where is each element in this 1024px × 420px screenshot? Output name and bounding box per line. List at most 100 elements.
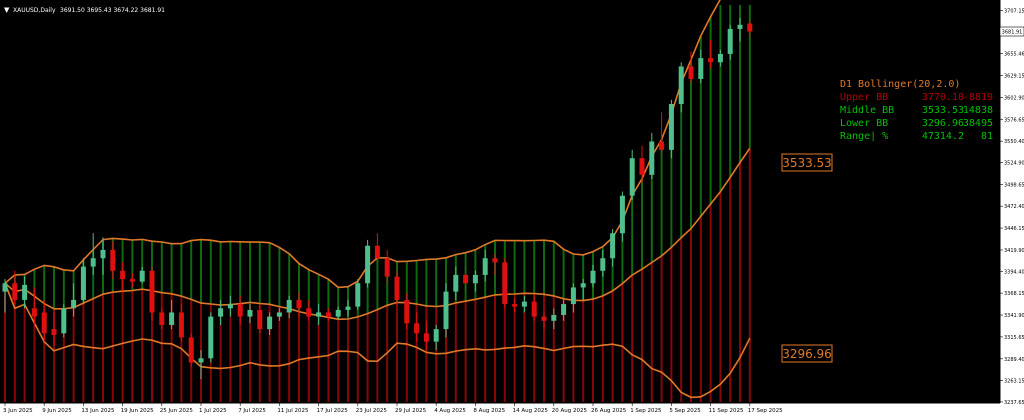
indicator-row-extra: 14838 bbox=[963, 105, 993, 116]
candle-body bbox=[423, 333, 429, 342]
candle-body bbox=[296, 299, 302, 309]
time-tick-label: 11 Jul 2025 bbox=[277, 408, 309, 414]
price-tick-label: 3368.15 bbox=[1004, 291, 1024, 297]
time-tick-label: 26 Aug 2025 bbox=[591, 408, 627, 414]
candle-body bbox=[149, 270, 155, 313]
candle-body bbox=[668, 103, 674, 150]
time-tick-label: 3 Jun 2025 bbox=[3, 408, 33, 414]
candle-body bbox=[22, 284, 28, 300]
indicator-row-value: 3770.10 bbox=[922, 92, 964, 103]
time-tick-label: 19 Jun 2025 bbox=[121, 408, 155, 414]
price-tick-label: 3498.65 bbox=[1004, 182, 1024, 188]
candle-body bbox=[188, 337, 194, 363]
last-price-marker: 3681.91 bbox=[999, 26, 1024, 37]
candle bbox=[502, 258, 508, 309]
candle-body bbox=[698, 58, 704, 79]
candle-body bbox=[619, 195, 625, 234]
candle-body bbox=[600, 258, 606, 271]
candle-body bbox=[717, 53, 723, 63]
candle-body bbox=[414, 323, 420, 334]
price-tick-label: 3576.65 bbox=[1004, 117, 1024, 123]
candle bbox=[365, 239, 371, 288]
candle-body bbox=[267, 316, 273, 330]
time-tick-label: 9 Jun 2025 bbox=[42, 408, 72, 414]
candle-body bbox=[169, 312, 175, 325]
price-tick-label: 3629.15 bbox=[1004, 74, 1024, 80]
price-tick-label: 3524.90 bbox=[1004, 160, 1024, 166]
last-price-label: 3681.91 bbox=[1002, 30, 1023, 36]
candle-body bbox=[247, 309, 253, 317]
time-tick-label: 4 Aug 2025 bbox=[434, 408, 466, 414]
candle-body bbox=[237, 304, 243, 317]
candle-body bbox=[178, 312, 184, 338]
chart-header: ▼ XAUUSD,Daily 3691.50 3695.43 3674.22 3… bbox=[4, 6, 165, 14]
price-tick-label: 3315.65 bbox=[1004, 335, 1024, 341]
price-tick-label: 3472.40 bbox=[1004, 204, 1024, 210]
indicator-title: D1 Bollinger(20,2.0) bbox=[840, 79, 960, 90]
candle-body bbox=[2, 283, 8, 292]
indicator-row-extra: -8819 bbox=[963, 92, 993, 103]
candle-body bbox=[129, 279, 135, 282]
candle-body bbox=[316, 312, 322, 317]
candle-body bbox=[610, 233, 616, 259]
price-tick-label: 3655.46 bbox=[1004, 52, 1024, 58]
candle-body bbox=[286, 299, 292, 313]
candle-body bbox=[482, 258, 488, 275]
candle-body bbox=[31, 308, 37, 317]
time-tick-label: 17 Sep 2025 bbox=[748, 408, 783, 414]
candle-body bbox=[649, 141, 655, 175]
candle-body bbox=[492, 258, 498, 263]
candle bbox=[61, 304, 67, 338]
time-tick-label: 5 Sep 2025 bbox=[669, 408, 701, 414]
indicator-row-name: Middle BB bbox=[840, 105, 894, 116]
candle-body bbox=[374, 245, 380, 259]
candle-body bbox=[590, 270, 596, 284]
candle-body bbox=[531, 301, 537, 317]
chart-background bbox=[0, 0, 1000, 403]
candle-body bbox=[345, 306, 351, 310]
price-chart[interactable]: ▼ XAUUSD,Daily 3691.50 3695.43 3674.22 3… bbox=[0, 0, 1024, 420]
candle-body bbox=[551, 314, 557, 321]
candle-body bbox=[404, 299, 410, 324]
candle-body bbox=[678, 66, 684, 104]
price-tick-label: 3237.65 bbox=[1004, 400, 1024, 406]
price-tick-label: 3602.90 bbox=[1004, 95, 1024, 101]
price-tick-label: 3341.90 bbox=[1004, 313, 1024, 319]
candle-body bbox=[61, 308, 67, 334]
ohlc-values: 3691.50 3695.43 3674.22 3681.91 bbox=[60, 7, 165, 14]
candle-body bbox=[90, 258, 96, 267]
candle-body bbox=[561, 304, 567, 315]
time-tick-label: 23 Jul 2025 bbox=[356, 408, 388, 414]
indicator-row-extra: 81 bbox=[981, 131, 993, 142]
price-tick-label: 3707.15 bbox=[1004, 8, 1024, 14]
candle-body bbox=[502, 262, 508, 305]
candle-body bbox=[306, 308, 312, 317]
price-tick-label: 3394.40 bbox=[1004, 269, 1024, 275]
middle-bb-label: 3533.53 bbox=[782, 156, 832, 170]
candle-body bbox=[521, 301, 527, 307]
time-tick-label: 8 Aug 2025 bbox=[473, 408, 505, 414]
triangle-down-icon[interactable]: ▼ bbox=[4, 6, 10, 14]
candle-body bbox=[80, 266, 86, 300]
time-tick-label: 20 Aug 2025 bbox=[552, 408, 588, 414]
indicator-row-value: 3296.96 bbox=[922, 118, 964, 129]
candle bbox=[188, 333, 194, 367]
indicator-row-name: Lower BB bbox=[840, 118, 888, 129]
candle bbox=[208, 312, 214, 363]
candle-body bbox=[394, 276, 400, 300]
candle-body bbox=[218, 308, 224, 317]
time-tick-label: 11 Sep 2025 bbox=[709, 408, 744, 414]
candle-body bbox=[51, 329, 57, 335]
indicator-row-name: Upper BB bbox=[840, 92, 888, 103]
candle-body bbox=[41, 312, 47, 334]
candle bbox=[668, 99, 674, 159]
candle-body bbox=[159, 312, 165, 325]
candle-body bbox=[71, 299, 77, 309]
candle-body bbox=[120, 270, 126, 280]
candle-body bbox=[276, 312, 282, 317]
price-tick-label: 3446.15 bbox=[1004, 226, 1024, 232]
indicator-row-name: Range| % bbox=[840, 131, 888, 142]
candle-body bbox=[433, 329, 439, 342]
candle-body bbox=[688, 66, 694, 79]
candle-body bbox=[737, 24, 743, 29]
